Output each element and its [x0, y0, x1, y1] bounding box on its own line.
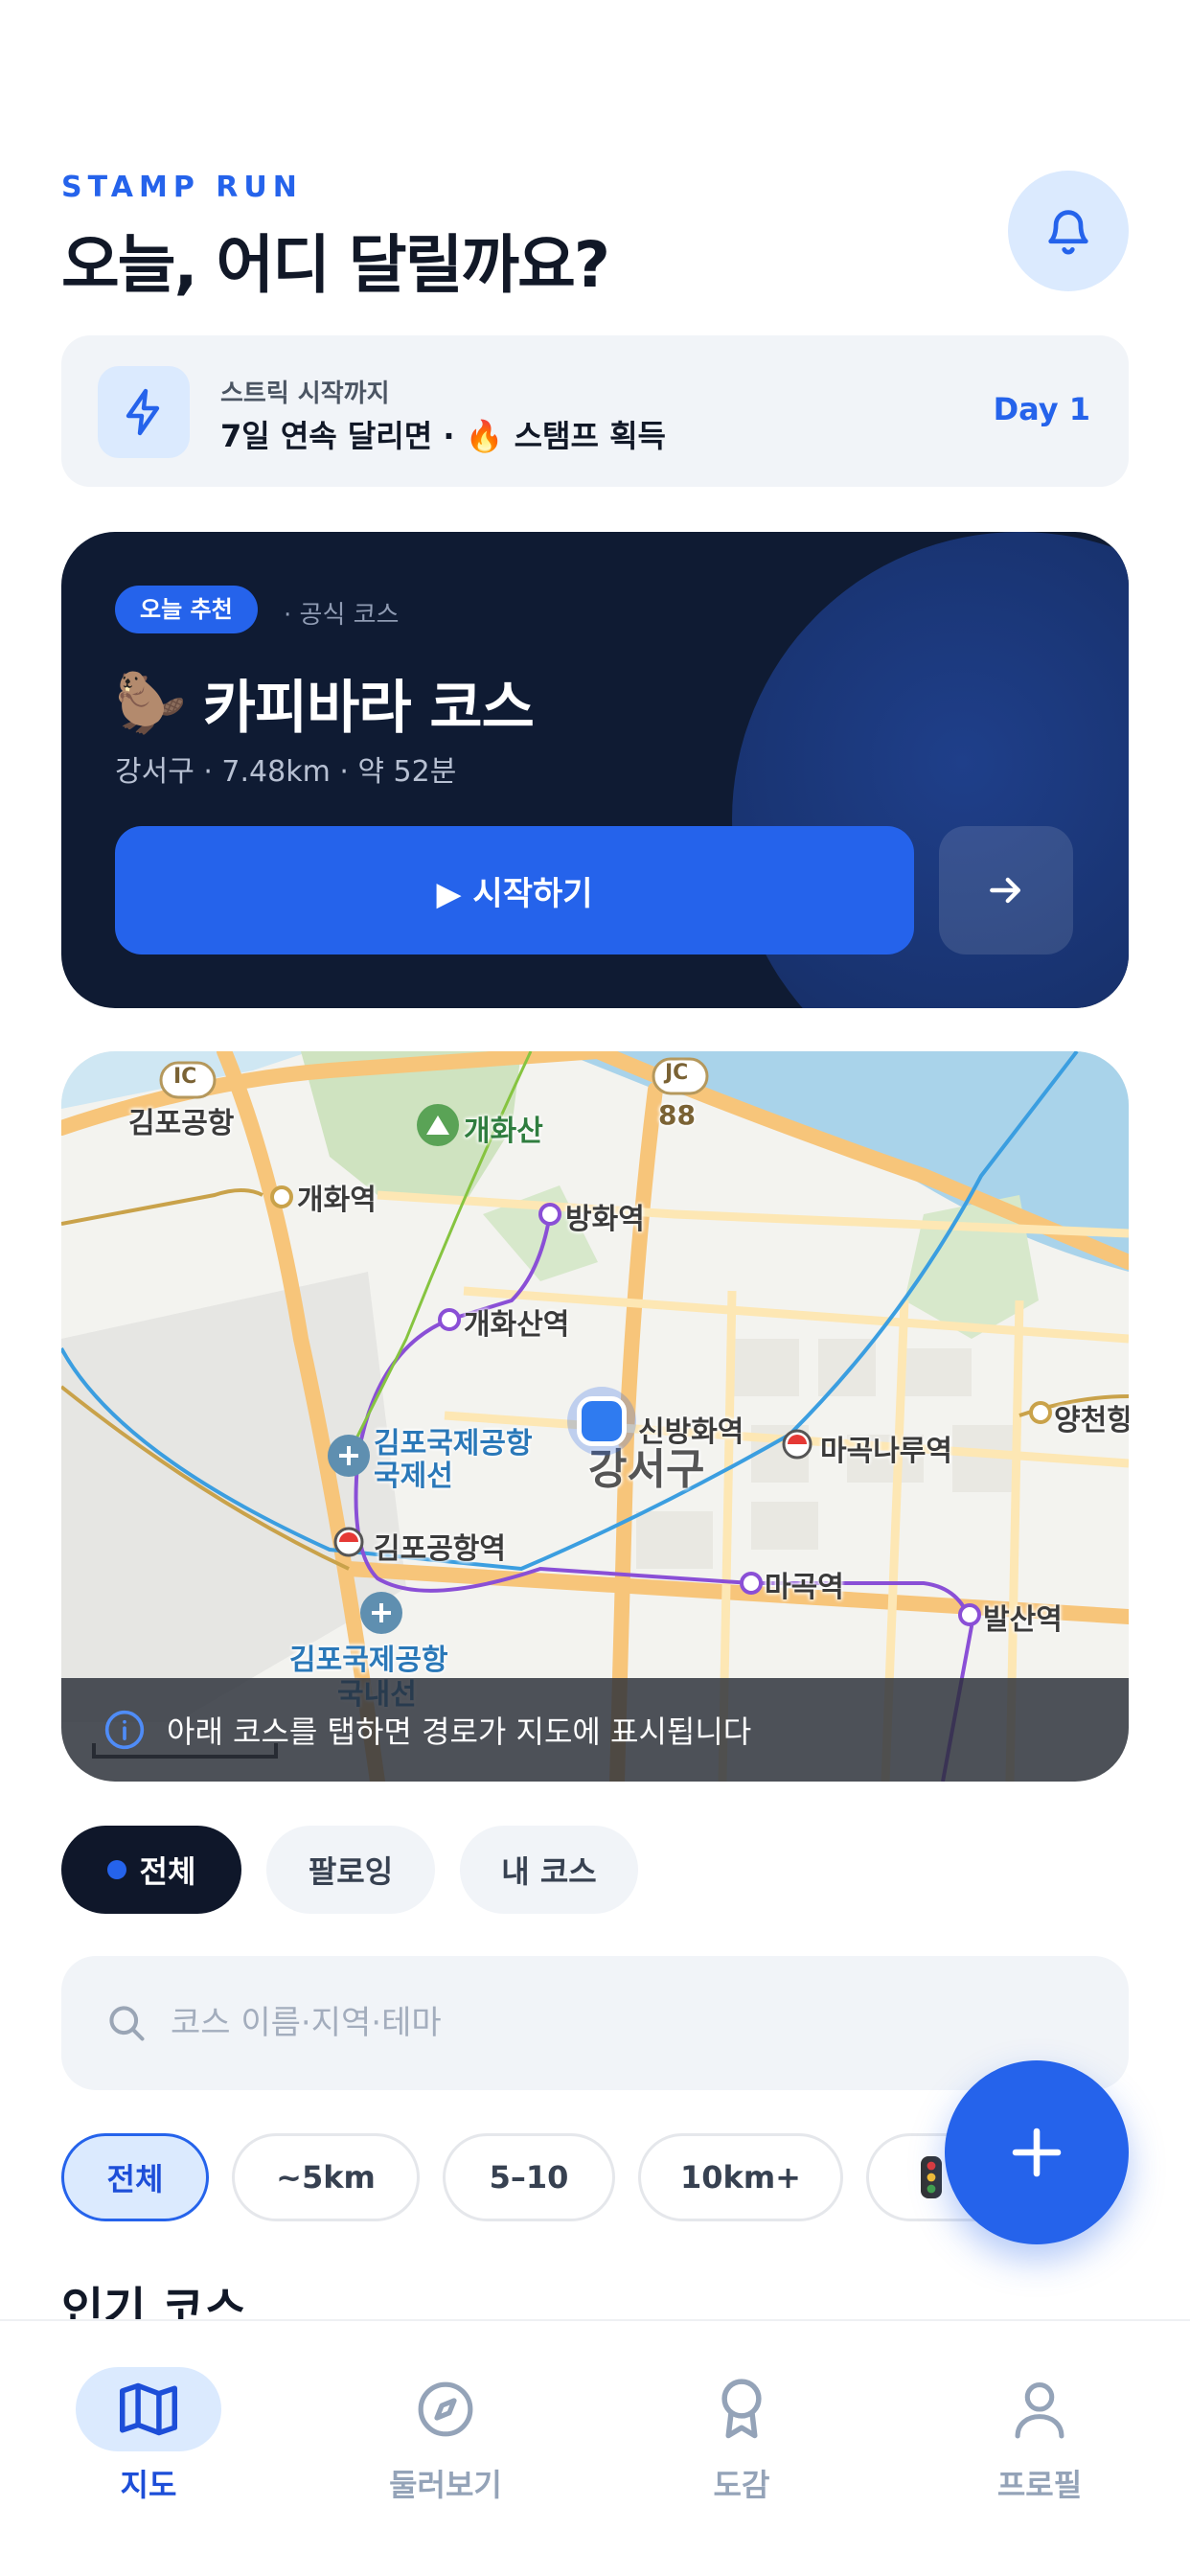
- lightning-icon: [126, 388, 160, 436]
- tab-explore-icon-wrap: [373, 2367, 518, 2451]
- segment-mine[interactable]: 내 코스: [460, 1826, 638, 1914]
- streak-subtitle: 스트릭 시작까지: [220, 380, 390, 408]
- tab-map-label: 지도: [120, 2467, 177, 2503]
- map-label-88: 88: [658, 1099, 696, 1131]
- search-icon: [109, 2006, 145, 2041]
- segment-following[interactable]: 팔로잉: [266, 1826, 435, 1914]
- brand-label: STAMP RUN: [61, 171, 303, 204]
- bell-icon: [1048, 210, 1088, 255]
- header: STAMP RUN 오늘, 어디 달릴까요?: [61, 171, 1129, 302]
- map-label-intl-line: 국제선: [374, 1460, 453, 1493]
- filter-chip-10km-plus[interactable]: 10km+: [638, 2133, 843, 2221]
- capybara-emoji: 🦫: [115, 670, 187, 737]
- tab-profile[interactable]: 프로필: [944, 2367, 1135, 2511]
- streak-message: 7일 연속 달리면 · 🔥 스탬프 획득: [220, 418, 666, 454]
- filter-chip-under-5km[interactable]: ~5km: [232, 2133, 420, 2221]
- tab-explore[interactable]: 둘러보기: [350, 2367, 541, 2511]
- info-icon: [104, 1710, 145, 1750]
- map-label-balsan-station: 발산역: [983, 1603, 1063, 1637]
- start-button[interactable]: ▶ 시작하기: [115, 826, 914, 954]
- map-icon: [119, 2382, 177, 2436]
- segment-all-label: 전체: [139, 1853, 196, 1890]
- tab-profile-label: 프로필: [996, 2467, 1083, 2503]
- streak-day-label: Day 1: [993, 391, 1090, 427]
- streak-icon-box: [98, 366, 190, 458]
- tab-collection[interactable]: 도감: [646, 2367, 837, 2511]
- tab-collection-label: 도감: [713, 2467, 770, 2503]
- plus-icon: [1012, 2128, 1062, 2177]
- tab-map-icon-wrap: [76, 2367, 221, 2451]
- course-title: 🦫 카피바라 코스: [115, 661, 535, 745]
- traffic-light-icon: [921, 2156, 942, 2198]
- notifications-button[interactable]: [1008, 171, 1129, 291]
- course-detail-button[interactable]: [939, 826, 1073, 954]
- compass-icon: [418, 2381, 473, 2437]
- arrow-right-icon: [990, 877, 1021, 904]
- map-label-gaehwasan: 개화산: [464, 1115, 543, 1148]
- featured-course-card[interactable]: 오늘 추천 · 공식 코스 🦫 카피바라 코스 강서구 · 7.48km · 약…: [61, 532, 1129, 1008]
- search-bar[interactable]: [61, 1956, 1129, 2090]
- tab-explore-label: 둘러보기: [389, 2467, 502, 2503]
- course-meta: 강서구 · 7.48km · 약 52분: [115, 755, 457, 789]
- map-hint-bar: 아래 코스를 탭하면 경로가 지도에 표시됩니다: [61, 1678, 1129, 1782]
- map-label-gaehwa-station: 개화역: [297, 1184, 377, 1217]
- active-dot-icon: [106, 1860, 126, 1879]
- map-label-magoknaru: 마곡나루역: [820, 1435, 952, 1468]
- course-title-text: 카피바라 코스: [202, 675, 535, 742]
- map-label-gaehwasan-station: 개화산역: [464, 1308, 570, 1342]
- streak-card[interactable]: 스트릭 시작까지 7일 연속 달리면 · 🔥 스탬프 획득 Day 1: [61, 335, 1129, 487]
- create-course-button[interactable]: [945, 2060, 1129, 2244]
- map-hint-text: 아래 코스를 탭하면 경로가 지도에 표시됩니다: [167, 1714, 752, 1750]
- bottom-tab-bar: 지도 둘러보기 도감 프로필: [0, 2319, 1190, 2576]
- course-map[interactable]: IC JC 88 김포공항 개화산 개화역 방화역 개화산역 신방화역 강서구 …: [61, 1051, 1129, 1782]
- filter-chip-all[interactable]: 전체: [61, 2133, 209, 2221]
- search-input[interactable]: [171, 2004, 1033, 2042]
- page-title: 오늘, 어디 달릴까요?: [61, 228, 610, 302]
- map-label-banghwa-station: 방화역: [565, 1203, 645, 1236]
- map-label-gimpo-airport-station: 김포공항역: [374, 1532, 506, 1566]
- map-label-gimpo-airport: 김포공항: [128, 1107, 235, 1140]
- tab-collection-icon-wrap: [669, 2367, 814, 2451]
- segment-all[interactable]: 전체: [61, 1826, 241, 1914]
- filter-chip-5-10[interactable]: 5–10: [443, 2133, 615, 2221]
- recommend-badge: 오늘 추천: [115, 586, 258, 633]
- user-icon: [1015, 2382, 1064, 2439]
- map-label-magok-station: 마곡역: [765, 1571, 844, 1604]
- current-location-marker: [567, 1387, 636, 1456]
- map-label-ic: IC: [173, 1065, 197, 1089]
- tab-profile-icon-wrap: [967, 2367, 1112, 2451]
- map-label-jc: JC: [665, 1061, 689, 1085]
- course-type: · 공식 코스: [284, 601, 400, 630]
- map-label-yangcheon: 양천향: [1054, 1404, 1129, 1438]
- tab-map[interactable]: 지도: [53, 2367, 244, 2511]
- badge-icon: [721, 2379, 762, 2439]
